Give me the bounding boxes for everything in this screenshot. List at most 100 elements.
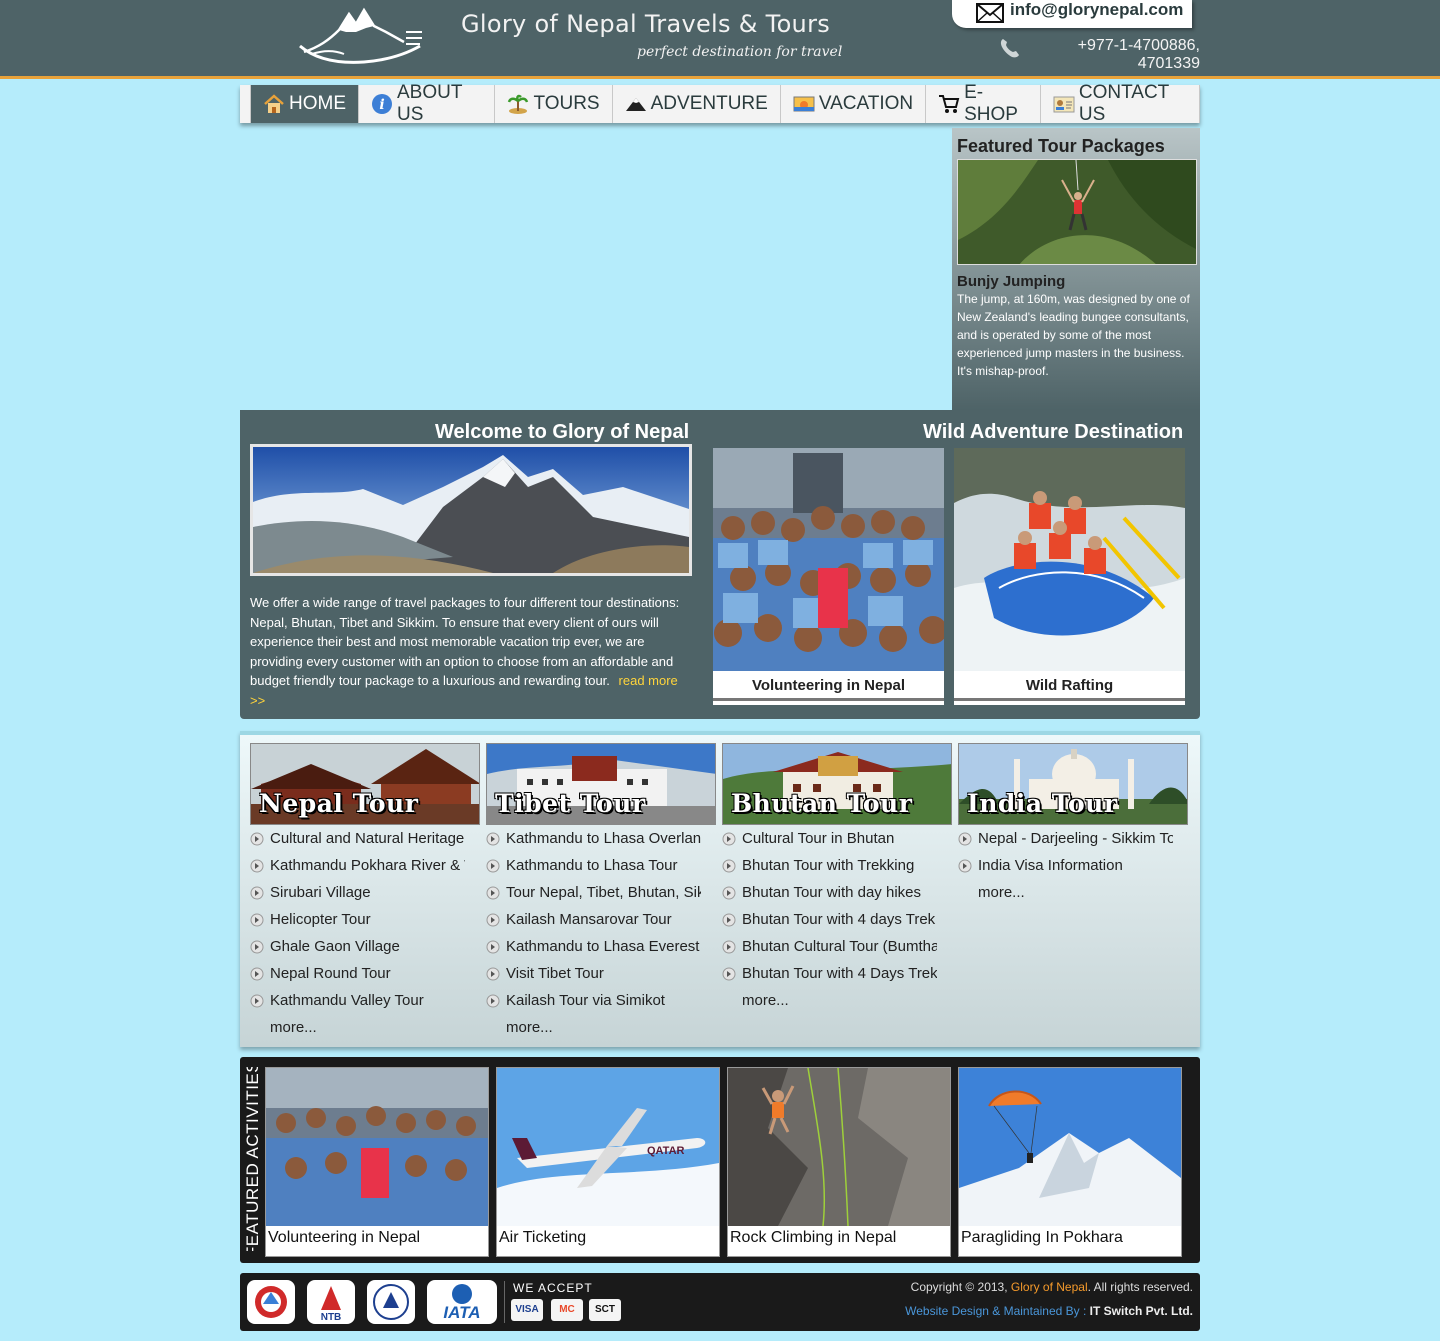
activity-volunteering-image <box>266 1068 488 1226</box>
main-navigation: HOME i ABOUT US TOURS ADVENTURE VACATION… <box>240 82 1200 125</box>
list-item[interactable]: Bhutan Cultural Tour (Bumthang) <box>722 933 937 960</box>
svg-text:i: i <box>379 97 384 113</box>
volunteering-image <box>713 448 944 671</box>
list-item[interactable]: Bhutan Tour with day hikes <box>722 879 937 906</box>
arrow-bullet-icon <box>250 913 264 927</box>
bhutan-more-link[interactable]: more... <box>722 987 937 1014</box>
site-footer: NTB IATA WE ACCEPT VISA MC SCT Copyright… <box>240 1273 1200 1331</box>
nav-adventure[interactable]: ADVENTURE <box>613 85 781 123</box>
welcome-panel: Welcome to Glory of Nepal We offer a wid… <box>240 410 1200 719</box>
list-item[interactable]: Visit Tibet Tour <box>486 960 701 987</box>
nav-e-shop[interactable]: E-SHOP <box>926 82 1041 125</box>
arrow-bullet-icon <box>722 886 736 900</box>
nav-home[interactable]: HOME <box>250 85 359 123</box>
nav-tours[interactable]: TOURS <box>495 85 613 123</box>
activity-card-rock-climbing[interactable]: Rock Climbing in Nepal <box>727 1067 951 1257</box>
india-tour-list: Nepal - Darjeeling - Sikkim Tour India V… <box>958 825 1188 906</box>
nepal-tour-banner[interactable]: Nepal Tour <box>250 743 480 825</box>
list-item[interactable]: Helicopter Tour <box>250 906 465 933</box>
featured-packages-panel: Featured Tour Packages Bunjy Jumping The… <box>952 128 1200 410</box>
email-address[interactable]: info@glorynepal.com <box>1010 0 1183 20</box>
home-icon <box>264 94 284 113</box>
list-item[interactable]: Tour Nepal, Tibet, Bhutan, Sikkim <box>486 879 701 906</box>
mountain-hand-logo-icon[interactable] <box>294 2 424 70</box>
list-item[interactable]: Kathmandu to Lhasa Everest <box>486 933 701 960</box>
designer-credit: Website Design & Maintained By : IT Swit… <box>905 1304 1193 1318</box>
tibet-tour-banner[interactable]: Tibet Tour <box>486 743 716 825</box>
welcome-heading: Welcome to Glory of Nepal <box>435 421 690 443</box>
site-header: Glory of Nepal Travels & Tours perfect d… <box>0 0 1440 79</box>
iata-badge[interactable]: IATA <box>427 1280 497 1324</box>
adventure-card-rafting[interactable]: Wild Rafting <box>954 448 1185 705</box>
activity-caption-air-ticketing[interactable]: Air Ticketing <box>497 1226 719 1250</box>
india-more-link[interactable]: more... <box>958 879 1173 906</box>
arrow-bullet-icon <box>486 859 500 873</box>
ntb-badge[interactable]: NTB <box>307 1280 355 1324</box>
svg-text:IATA: IATA <box>443 1303 480 1322</box>
list-item[interactable]: Kailash Mansarovar Tour <box>486 906 701 933</box>
list-item[interactable]: Ghale Gaon Village <box>250 933 465 960</box>
sct-icon: SCT <box>589 1299 621 1321</box>
list-item[interactable]: Cultural Tour in Bhutan <box>722 825 937 852</box>
list-item[interactable]: Kathmandu Pokhara River & Wildlife <box>250 852 465 879</box>
activity-card-air-ticketing[interactable]: QATAR Air Ticketing <box>496 1067 720 1257</box>
phone-icon <box>1000 39 1019 58</box>
mastercard-icon: MC <box>551 1299 583 1321</box>
site-tagline: perfect destination for travel <box>637 44 843 60</box>
brand-link[interactable]: Glory of Nepal <box>1011 1280 1088 1294</box>
nepal-government-badge[interactable] <box>247 1280 295 1324</box>
nav-tours-label: TOURS <box>533 93 600 114</box>
nav-vacation[interactable]: VACATION <box>781 85 927 123</box>
activity-caption-paragliding[interactable]: Paragliding In Pokhara <box>959 1226 1181 1250</box>
nepal-more-link[interactable]: more... <box>250 1014 465 1041</box>
sunset-icon <box>793 96 815 112</box>
adventure-card-volunteering[interactable]: Volunteering in Nepal <box>713 448 944 705</box>
bhutan-tour-banner[interactable]: Bhutan Tour <box>722 743 952 825</box>
list-item[interactable]: Bhutan Tour with 4 days Trek <box>722 906 937 933</box>
list-item[interactable]: Nepal Round Tour <box>250 960 465 987</box>
designer-link[interactable]: IT Switch Pvt. Ltd. <box>1090 1304 1193 1318</box>
featured-activities: FEATURED ACTIVITIES Volunteering in Nepa… <box>240 1057 1200 1263</box>
list-item[interactable]: Sirubari Village <box>250 879 465 906</box>
email-contact[interactable]: info@glorynepal.com <box>952 0 1192 28</box>
adventure-caption-rafting[interactable]: Wild Rafting <box>954 671 1185 701</box>
contact-card-icon <box>1053 96 1075 113</box>
activity-caption-volunteering[interactable]: Volunteering in Nepal <box>266 1226 488 1250</box>
site-title: Glory of Nepal Travels & Tours <box>461 10 831 38</box>
nav-about-us[interactable]: i ABOUT US <box>359 82 496 125</box>
nav-home-label: HOME <box>289 93 346 114</box>
activity-paragliding-image <box>959 1068 1181 1226</box>
adventure-caption-volunteering[interactable]: Volunteering in Nepal <box>713 671 944 701</box>
bhutan-tour-list: Cultural Tour in Bhutan Bhutan Tour with… <box>722 825 952 1014</box>
arrow-bullet-icon <box>486 913 500 927</box>
list-item[interactable]: Kailash Tour via Simikot <box>486 987 701 1014</box>
bungee-jumping-image[interactable] <box>957 159 1197 265</box>
featured-package-title[interactable]: Bunjy Jumping <box>957 273 1065 290</box>
list-item[interactable]: India Visa Information <box>958 852 1173 879</box>
nav-e-shop-label: E-SHOP <box>964 82 1018 125</box>
we-accept-label: WE ACCEPT <box>513 1281 593 1295</box>
tibet-more-link[interactable]: more... <box>486 1014 701 1041</box>
activity-airplane-image: QATAR <box>497 1068 719 1226</box>
list-item[interactable]: Kathmandu to Lhasa Overland <box>486 825 701 852</box>
activity-card-paragliding[interactable]: Paragliding In Pokhara <box>958 1067 1182 1257</box>
list-item[interactable]: Bhutan Tour with Trekking <box>722 852 937 879</box>
arrow-bullet-icon <box>250 994 264 1008</box>
arrow-bullet-icon <box>250 940 264 954</box>
arrow-bullet-icon <box>250 886 264 900</box>
tibet-tour-column: Tibet Tour Kathmandu to Lhasa Overland K… <box>486 743 716 1041</box>
nav-contact-us[interactable]: CONTACT US <box>1041 82 1200 125</box>
activity-card-volunteering[interactable]: Volunteering in Nepal <box>265 1067 489 1257</box>
arrow-bullet-icon <box>486 832 500 846</box>
list-item[interactable]: Cultural and Natural Heritage <box>250 825 465 852</box>
copyright-text: Copyright © 2013, Glory of Nepal. All ri… <box>910 1280 1193 1294</box>
india-tour-banner[interactable]: India Tour <box>958 743 1188 825</box>
list-item[interactable]: Kathmandu to Lhasa Tour <box>486 852 701 879</box>
list-item[interactable]: Kathmandu Valley Tour <box>250 987 465 1014</box>
activity-caption-rock-climbing[interactable]: Rock Climbing in Nepal <box>728 1226 950 1250</box>
arrow-bullet-icon <box>722 940 736 954</box>
natta-badge[interactable] <box>367 1280 415 1324</box>
wild-adventure-heading: Wild Adventure Destination <box>923 421 1184 443</box>
list-item[interactable]: Bhutan Tour with 4 Days Trek <box>722 960 937 987</box>
list-item[interactable]: Nepal - Darjeeling - Sikkim Tour <box>958 825 1173 852</box>
